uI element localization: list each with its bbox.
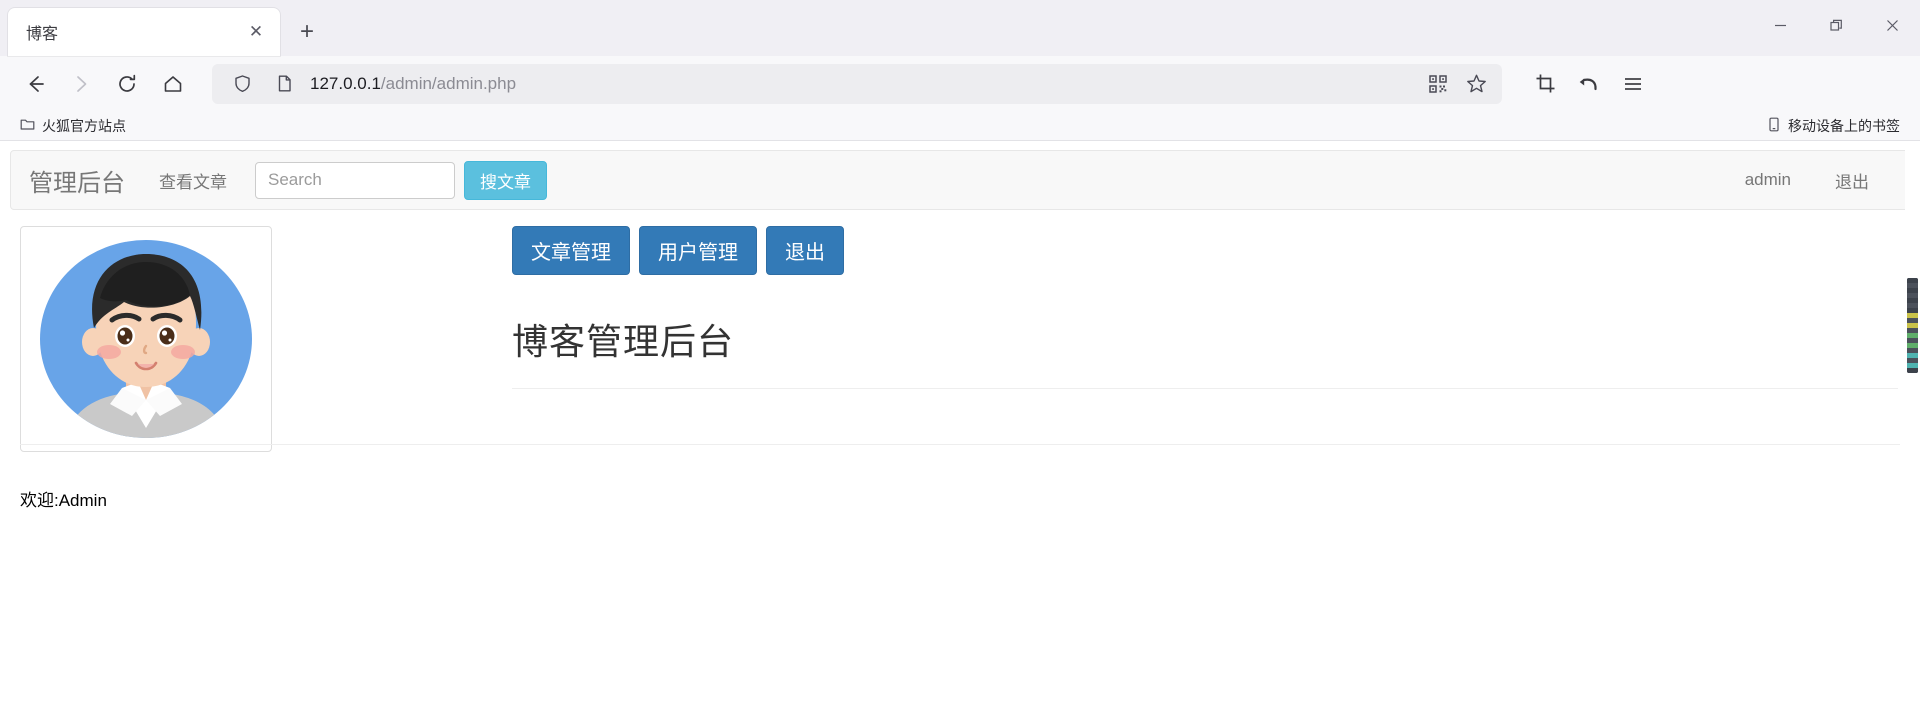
welcome-text: 欢迎:Admin — [20, 491, 107, 510]
url-text: 127.0.0.1/admin/admin.php — [310, 74, 1412, 94]
url-path: /admin/admin.php — [380, 73, 517, 93]
main-column: 文章管理 用户管理 退出 博客管理后台 — [500, 226, 1910, 511]
page-body: 欢迎:Admin 文章管理 用户管理 退出 博客管理后台 — [0, 210, 1920, 511]
page-viewport: 管理后台 查看文章 搜文章 admin 退出 — [0, 141, 1920, 726]
bookmark-item-mobile[interactable]: 移动设备上的书签 — [1761, 113, 1906, 139]
nav-link-view-articles[interactable]: 查看文章 — [139, 168, 247, 193]
back-arrow-icon[interactable] — [14, 63, 56, 105]
site-navbar: 管理后台 查看文章 搜文章 admin 退出 — [10, 150, 1910, 210]
bookmark-label: 火狐官方站点 — [42, 117, 126, 134]
browser-tab[interactable]: 博客 ✕ — [8, 8, 280, 56]
page-divider — [20, 444, 1900, 445]
home-icon[interactable] — [152, 63, 194, 105]
page-scrollbar[interactable] — [1905, 141, 1920, 726]
hamburger-menu-icon[interactable] — [1612, 63, 1654, 105]
article-management-button[interactable]: 文章管理 — [512, 226, 630, 275]
mobile-phone-icon — [1767, 117, 1781, 135]
browser-window: 博客 ✕ + 127.0.0.1/admin/admin.php 火狐官方站点 … — [0, 0, 1920, 726]
page-title: 博客管理后台 — [512, 321, 735, 362]
search-button[interactable]: 搜文章 — [464, 160, 547, 200]
folder-icon — [20, 117, 35, 135]
admin-action-buttons: 文章管理 用户管理 退出 — [512, 226, 1898, 275]
avatar — [20, 226, 272, 452]
browser-toolbar: 127.0.0.1/admin/admin.php — [0, 56, 1920, 111]
window-controls — [1752, 0, 1920, 50]
close-window-button[interactable] — [1864, 0, 1920, 50]
search-input[interactable] — [255, 161, 455, 199]
close-tab-icon[interactable]: ✕ — [242, 18, 270, 46]
heading-divider — [512, 388, 1898, 389]
toolbar-actions — [1524, 63, 1654, 105]
navbar-right: admin 退出 — [1723, 168, 1891, 193]
reload-icon[interactable] — [106, 63, 148, 105]
maximize-restore-button[interactable] — [1808, 0, 1864, 50]
navbar-logout-link[interactable]: 退出 — [1813, 168, 1891, 193]
new-tab-button[interactable]: + — [288, 13, 326, 51]
bookmarks-bar: 火狐官方站点 移动设备上的书签 — [0, 111, 1920, 141]
tab-strip: 博客 ✕ + — [0, 0, 1920, 56]
crop-screenshot-icon[interactable] — [1524, 63, 1566, 105]
user-management-button[interactable]: 用户管理 — [639, 226, 757, 275]
site-brand[interactable]: 管理后台 — [29, 163, 139, 198]
bookmark-label: 移动设备上的书签 — [1788, 117, 1900, 134]
page-document-icon — [268, 68, 300, 100]
user-avatar-illustration — [40, 240, 252, 438]
undo-arrow-icon[interactable] — [1568, 63, 1610, 105]
tab-title: 博客 — [26, 26, 59, 43]
address-bar-actions — [1422, 68, 1492, 100]
bookmark-item-firefox-official[interactable]: 火狐官方站点 — [14, 113, 132, 139]
address-bar[interactable]: 127.0.0.1/admin/admin.php — [212, 63, 1502, 104]
star-bookmark-icon[interactable] — [1460, 68, 1492, 100]
url-host: 127.0.0.1 — [310, 73, 381, 93]
scrollbar-thumb[interactable] — [1907, 278, 1918, 373]
qr-code-icon[interactable] — [1422, 68, 1454, 100]
forward-arrow-icon — [60, 63, 102, 105]
minimize-button[interactable] — [1752, 0, 1808, 50]
shield-icon — [226, 68, 258, 100]
sidebar-column: 欢迎:Admin — [10, 226, 500, 511]
current-user-label[interactable]: admin — [1723, 170, 1813, 190]
logout-button[interactable]: 退出 — [766, 226, 844, 275]
